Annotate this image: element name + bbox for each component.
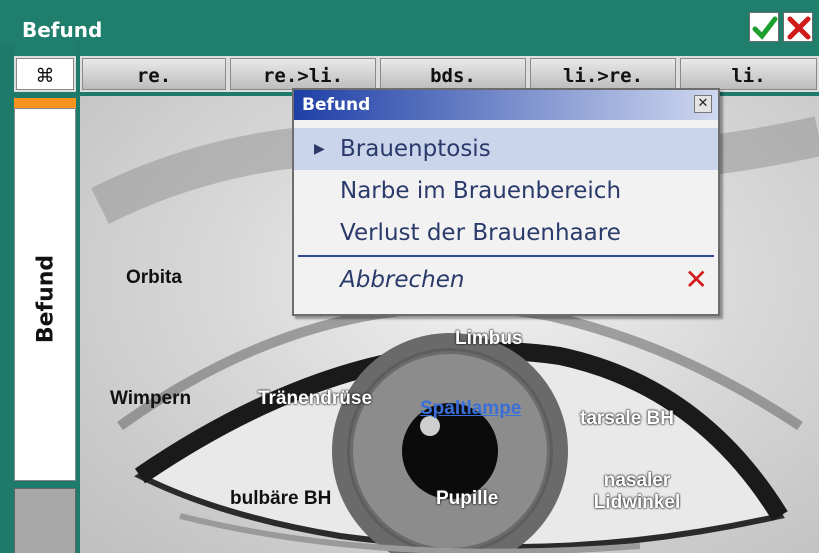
sidebar-accent — [14, 98, 76, 108]
label-wimpern[interactable]: Wimpern — [110, 388, 191, 410]
label-orbita[interactable]: Orbita — [126, 267, 182, 289]
label-pupille[interactable]: Pupille — [436, 488, 498, 510]
menu-item-label: Narbe im Brauenbereich — [340, 178, 622, 204]
command-icon: ⌘ — [16, 58, 74, 90]
tab-label: re.>li. — [230, 58, 376, 90]
sidebar-label: Befund — [33, 254, 59, 344]
sidebar: Befund — [14, 98, 76, 553]
title-bar: Befund — [0, 0, 819, 44]
befund-popup-menu: Befund ✕ ▶ Brauenptosis Narbe im Brauenb… — [292, 88, 720, 316]
tab-command[interactable]: ⌘ — [14, 44, 76, 92]
label-limbus[interactable]: Limbus — [455, 328, 523, 350]
tab-bar: ⌘ re. re.>li. bds. li.>re. li. — [0, 44, 819, 92]
cancel-button[interactable] — [783, 12, 813, 42]
ok-button[interactable] — [749, 12, 779, 42]
close-x-icon — [787, 16, 811, 40]
menu-cancel-label: Abbrechen — [340, 267, 465, 293]
menu-item-brauenptosis[interactable]: ▶ Brauenptosis — [294, 128, 718, 170]
popup-title: Befund — [302, 95, 371, 115]
tab-label: re. — [82, 58, 226, 90]
tab-re[interactable]: re. — [80, 44, 228, 92]
label-lidwinkel: Lidwinkel — [593, 492, 681, 513]
tab-bds[interactable]: bds. — [378, 44, 528, 92]
menu-item-label: Brauenptosis — [340, 136, 491, 162]
window-title: Befund — [22, 18, 103, 42]
tab-li-re[interactable]: li.>re. — [528, 44, 678, 92]
link-spaltlampe[interactable]: Spaltlampe — [420, 398, 521, 420]
tab-re-li[interactable]: re.>li. — [228, 44, 378, 92]
label-bulbaere-bh[interactable]: bulbäre BH — [230, 488, 331, 510]
tab-label: li. — [680, 58, 817, 90]
label-nasaler-lidwinkel[interactable]: nasaler Lidwinkel — [582, 470, 692, 514]
menu-item-label: Verlust der Brauenhaare — [340, 220, 621, 246]
tab-label: bds. — [380, 58, 526, 90]
app-window: Befund ⌘ re. re.>li. bds. li.>re. li. Be… — [0, 0, 819, 553]
popup-title-bar: Befund ✕ — [294, 90, 718, 120]
tab-li[interactable]: li. — [678, 44, 819, 92]
close-icon[interactable]: ✕ — [694, 95, 712, 113]
label-tarsale-bh[interactable]: tarsale BH — [580, 408, 674, 430]
sidebar-tab-empty[interactable] — [14, 488, 76, 553]
menu-separator — [298, 255, 714, 257]
menu-item-narbe[interactable]: Narbe im Brauenbereich — [294, 170, 718, 212]
arrow-right-icon: ▶ — [314, 141, 325, 157]
tab-label: li.>re. — [530, 58, 676, 90]
sidebar-tab-befund[interactable]: Befund — [14, 108, 76, 481]
close-x-icon: ✕ — [684, 263, 708, 296]
checkmark-icon — [752, 16, 778, 40]
label-traenendruese[interactable]: Tränendrüse — [258, 388, 372, 410]
menu-item-abbrechen[interactable]: Abbrechen ✕ — [294, 258, 718, 302]
label-nasaler: nasaler — [603, 470, 671, 491]
menu-item-verlust[interactable]: Verlust der Brauenhaare — [294, 212, 718, 254]
